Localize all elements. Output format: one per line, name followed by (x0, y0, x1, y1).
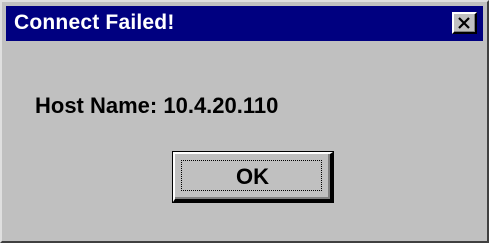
close-button[interactable] (452, 12, 477, 34)
connect-failed-dialog: Connect Failed! Host Name: 10.4.20.110 O… (0, 0, 489, 243)
host-name-message: Host Name: 10.4.20.110 (35, 93, 279, 118)
ok-button-label: OK (236, 164, 269, 189)
close-icon (458, 17, 470, 29)
title-bar[interactable]: Connect Failed! (6, 6, 483, 41)
ok-button[interactable]: OK (173, 152, 333, 202)
dialog-title: Connect Failed! (14, 11, 175, 34)
